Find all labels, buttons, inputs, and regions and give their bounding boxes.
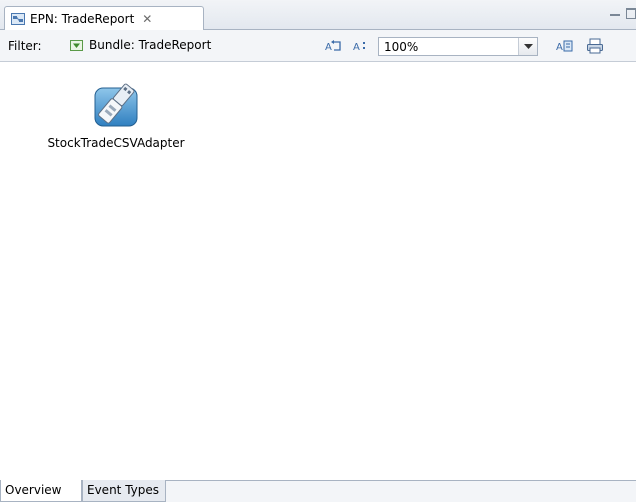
tab-overview[interactable]: Overview xyxy=(0,480,82,502)
chevron-down-icon xyxy=(70,39,83,51)
editor-tab-tradereport[interactable]: EPN: TradeReport ✕ xyxy=(4,6,204,30)
adapter-node[interactable]: StockTradeCSVAdapter xyxy=(36,80,196,150)
svg-text:A: A xyxy=(556,42,563,53)
layout-icon[interactable]: A xyxy=(325,38,343,54)
svg-text:A: A xyxy=(353,42,360,53)
epn-canvas[interactable]: StockTradeCSVAdapter xyxy=(0,62,636,480)
svg-text:A: A xyxy=(325,42,332,53)
zoom-select[interactable]: 100% xyxy=(378,37,538,56)
editor-tab-title: EPN: TradeReport xyxy=(30,11,135,26)
bundle-filter-label: Bundle: TradeReport xyxy=(89,38,212,52)
chevron-down-icon[interactable] xyxy=(518,38,537,55)
print-icon[interactable] xyxy=(586,38,604,54)
bottom-tabbar: Overview Event Types xyxy=(0,480,636,502)
filter-label: Filter: xyxy=(8,39,42,53)
epn-toolbar: Filter: Bundle: TradeReport A A 100% A xyxy=(0,30,636,62)
maximize-icon[interactable] xyxy=(626,8,636,19)
editor-tabbar: EPN: TradeReport ✕ xyxy=(0,0,636,30)
diagram-icon xyxy=(11,12,25,25)
adapter-node-label: StockTradeCSVAdapter xyxy=(47,136,185,150)
sort-icon[interactable]: A xyxy=(353,38,371,54)
export-icon[interactable]: A xyxy=(556,38,574,54)
bundle-filter-dropdown[interactable]: Bundle: TradeReport xyxy=(70,38,211,52)
close-icon[interactable]: ✕ xyxy=(142,12,152,26)
adapter-icon xyxy=(92,80,140,128)
minimize-icon[interactable] xyxy=(610,10,620,16)
tab-overview-label: Overview xyxy=(5,483,62,497)
window-controls xyxy=(610,8,636,19)
zoom-value: 100% xyxy=(384,39,419,54)
tab-event-types[interactable]: Event Types xyxy=(82,480,166,502)
tab-event-types-label: Event Types xyxy=(87,483,160,497)
